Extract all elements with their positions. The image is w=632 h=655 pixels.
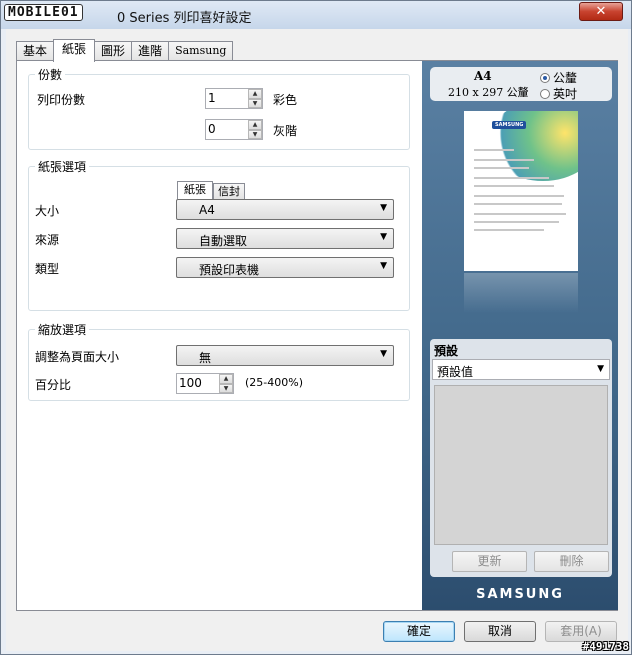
chevron-down-icon: ▼ <box>380 203 387 213</box>
paper-options-group: 紙張選項 紙張 信封 大小 A4 ▼ 來源 自動選取 ▼ 類型 預設印表機 ▼ <box>28 158 410 311</box>
window-title: 0 Series 列印喜好設定 <box>117 11 252 26</box>
tab-strip: 基本 紙張 圖形 進階 Samsung <box>16 39 234 62</box>
text-line-graphic <box>474 229 544 231</box>
text-line-graphic <box>474 167 529 169</box>
dialog-client-area: 基本 紙張 圖形 進階 Samsung 份數 列印份數 1 ▲ ▼ 彩色 0 ▲… <box>6 29 628 651</box>
thumbnail-brand-logo: SAMSUNG <box>492 121 527 129</box>
gray-label: 灰階 <box>273 124 298 138</box>
printing-preferences-window: MOBILE01 0 Series 列印喜好設定 ✕ 基本 紙張 圖形 進階 S… <box>0 0 632 655</box>
paper-tab-panel: 份數 列印份數 1 ▲ ▼ 彩色 0 ▲ ▼ 灰階 紙張選項 紙張 信封 大小 … <box>16 60 618 611</box>
thumbnail-reflection <box>464 273 578 313</box>
unit-inch-label: 英吋 <box>553 87 578 101</box>
size-dropdown[interactable]: A4 ▼ <box>176 199 394 220</box>
color-copies-spin-buttons: ▲ ▼ <box>248 89 262 108</box>
fit-to-page-value: 無 <box>199 351 212 365</box>
percent-value[interactable]: 100 <box>179 376 202 390</box>
favorites-label: 預設 <box>434 344 459 358</box>
tab-paper[interactable]: 紙張 <box>53 39 96 62</box>
paper-subtab-strip: 紙張 信封 <box>177 181 245 199</box>
favorites-list[interactable] <box>434 385 608 545</box>
delete-button[interactable]: 刪除 <box>534 551 609 572</box>
copies-label: 列印份數 <box>37 93 86 107</box>
color-copies-value[interactable]: 1 <box>208 91 216 105</box>
spin-down-icon[interactable]: ▼ <box>248 129 262 139</box>
cancel-button[interactable]: 取消 <box>464 621 536 642</box>
paper-name: A4 <box>474 69 492 83</box>
paper-options-group-label: 紙張選項 <box>35 158 90 175</box>
update-button[interactable]: 更新 <box>452 551 527 572</box>
source-label: 來源 <box>35 233 60 247</box>
paper-dimensions: 210 x 297 公釐 <box>448 86 529 99</box>
fit-to-page-dropdown[interactable]: 無 ▼ <box>176 345 394 366</box>
preview-pane: A4 210 x 297 公釐 公釐 英吋 SAMSUNG 預設 預設值 ▼ 更… <box>422 61 618 610</box>
text-line-graphic <box>474 203 562 205</box>
spin-up-icon[interactable]: ▲ <box>248 89 262 99</box>
mobile01-logo: MOBILE01 <box>4 4 83 21</box>
scaling-group: 縮放選項 調整為頁面大小 無 ▼ 百分比 100 ▲ ▼ (25-400%) <box>28 321 410 401</box>
favorites-panel: 預設 預設值 ▼ 更新 刪除 <box>430 339 612 577</box>
tab-graphics[interactable]: 圖形 <box>94 41 133 61</box>
scaling-group-label: 縮放選項 <box>35 321 90 338</box>
text-line-graphic <box>474 185 554 187</box>
tab-advanced[interactable]: 進階 <box>131 41 170 61</box>
spin-down-icon[interactable]: ▼ <box>219 383 233 393</box>
paper-info-box: A4 210 x 297 公釐 公釐 英吋 <box>430 67 612 101</box>
spin-up-icon[interactable]: ▲ <box>248 120 262 130</box>
apply-button[interactable]: 套用(A) <box>545 621 617 642</box>
tab-samsung[interactable]: Samsung <box>168 41 234 61</box>
percent-stepper[interactable]: 100 ▲ ▼ <box>176 373 234 394</box>
watermark: #491738 <box>582 640 629 653</box>
samsung-logo: SAMSUNG <box>476 587 564 602</box>
unit-metric-radio[interactable]: 公釐 <box>540 69 577 86</box>
percent-spin-buttons: ▲ ▼ <box>219 374 233 393</box>
spin-up-icon[interactable]: ▲ <box>219 374 233 384</box>
chevron-down-icon: ▼ <box>380 349 387 359</box>
unit-inch-radio[interactable]: 英吋 <box>540 85 577 102</box>
subtab-paper[interactable]: 紙張 <box>177 181 213 199</box>
text-line-graphic <box>474 149 514 151</box>
source-dropdown[interactable]: 自動選取 ▼ <box>176 228 394 249</box>
gray-copies-value[interactable]: 0 <box>208 122 216 136</box>
chevron-down-icon: ▼ <box>380 261 387 271</box>
color-copies-stepper[interactable]: 1 ▲ ▼ <box>205 88 263 109</box>
type-label: 類型 <box>35 262 60 276</box>
page-preview-thumbnail: SAMSUNG <box>464 111 578 271</box>
spin-down-icon[interactable]: ▼ <box>248 98 262 108</box>
text-line-graphic <box>474 195 564 197</box>
tab-basic[interactable]: 基本 <box>16 41 55 61</box>
type-dropdown[interactable]: 預設印表機 ▼ <box>176 257 394 278</box>
radio-empty-icon <box>540 89 550 99</box>
size-value: A4 <box>199 203 215 217</box>
text-line-graphic <box>474 221 559 223</box>
text-line-graphic <box>474 213 566 215</box>
subtab-envelope[interactable]: 信封 <box>213 183 245 199</box>
gray-copies-stepper[interactable]: 0 ▲ ▼ <box>205 119 263 140</box>
radio-selected-icon <box>540 73 550 83</box>
fit-to-page-label: 調整為頁面大小 <box>35 350 120 364</box>
favorites-dropdown[interactable]: 預設值 ▼ <box>432 359 610 380</box>
copies-group-label: 份數 <box>35 66 66 83</box>
chevron-down-icon: ▼ <box>380 232 387 242</box>
percent-label: 百分比 <box>35 378 72 392</box>
close-button[interactable]: ✕ <box>579 2 623 21</box>
color-label: 彩色 <box>273 93 298 107</box>
percent-range: (25-400%) <box>245 376 303 389</box>
type-value: 預設印表機 <box>199 263 260 277</box>
title-bar[interactable]: MOBILE01 0 Series 列印喜好設定 ✕ <box>1 1 631 29</box>
size-label: 大小 <box>35 204 60 218</box>
gray-copies-spin-buttons: ▲ ▼ <box>248 120 262 139</box>
chevron-down-icon: ▼ <box>597 364 604 374</box>
unit-metric-label: 公釐 <box>553 71 578 85</box>
source-value: 自動選取 <box>199 234 248 248</box>
text-line-graphic <box>474 159 534 161</box>
copies-group: 份數 列印份數 1 ▲ ▼ 彩色 0 ▲ ▼ 灰階 <box>28 66 410 150</box>
ok-button[interactable]: 確定 <box>383 621 455 642</box>
text-line-graphic <box>474 177 549 179</box>
favorites-value: 預設值 <box>437 365 474 379</box>
